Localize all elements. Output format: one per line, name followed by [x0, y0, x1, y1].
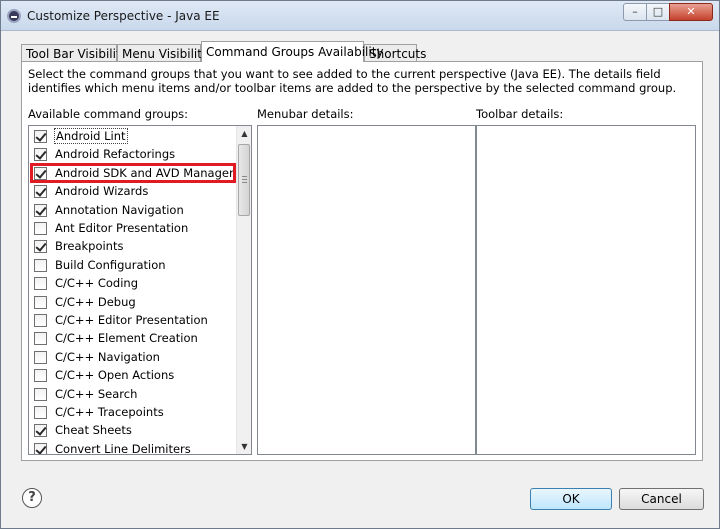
customize-perspective-dialog: Customize Perspective - Java EE – □ ✕ To…	[0, 0, 720, 529]
command-group-label: C/C++ Tracepoints	[55, 405, 164, 419]
available-groups-label: Available command groups:	[28, 107, 189, 121]
scroll-up-arrow-icon[interactable]: ▲	[237, 126, 251, 141]
command-group-label: Android Wizards	[55, 184, 149, 199]
command-group-label: C/C++ Element Creation	[55, 331, 198, 346]
command-group-item[interactable]: C/C++ Search	[29, 385, 237, 403]
command-group-item[interactable]: Android Wizards	[29, 182, 237, 200]
command-group-item[interactable]: Build Configuration	[29, 256, 237, 274]
eclipse-icon	[7, 9, 21, 23]
command-group-checkbox[interactable]	[34, 314, 47, 327]
command-group-label: Convert Line Delimiters	[55, 441, 191, 455]
command-group-checkbox[interactable]	[34, 240, 47, 254]
command-group-item[interactable]: C/C++ Coding	[29, 274, 237, 292]
command-group-checkbox[interactable]	[34, 424, 47, 438]
command-group-label: C/C++ Coding	[55, 276, 139, 291]
command-group-label: Build Configuration	[55, 257, 166, 272]
command-group-item[interactable]: Annotation Navigation	[29, 201, 237, 219]
command-group-label: Ant Editor Presentation	[55, 221, 189, 235]
command-group-label: C/C++ Search	[55, 386, 138, 401]
tab-menu-visibility[interactable]: Menu Visibility	[117, 44, 209, 62]
panel-description: Select the command groups that you want …	[28, 67, 677, 95]
command-group-item[interactable]: C/C++ Element Creation	[29, 329, 237, 347]
command-group-checkbox[interactable]	[34, 277, 47, 291]
command-group-label: C/C++ Navigation	[55, 349, 160, 364]
command-group-checkbox[interactable]	[34, 387, 47, 401]
command-group-checkbox[interactable]	[34, 350, 47, 364]
command-group-checkbox[interactable]	[34, 130, 47, 143]
tab-command-groups-availability[interactable]: Command Groups Availability	[201, 41, 384, 62]
command-group-item[interactable]: Ant Editor Presentation	[29, 219, 237, 237]
command-group-checkbox[interactable]	[34, 148, 47, 162]
menubar-details-box[interactable]	[257, 125, 476, 455]
command-group-label: C/C++ Debug	[55, 294, 136, 309]
command-group-item[interactable]: C/C++ Debug	[29, 293, 237, 311]
command-group-checkbox[interactable]	[34, 442, 47, 454]
command-groups-list[interactable]: ▲ ▼ Android Lint Android Refactorings Andr…	[28, 125, 252, 455]
command-group-label: Android Refactorings	[55, 147, 176, 162]
command-group-label: C/C++ Open Actions	[55, 368, 175, 383]
command-group-item[interactable]: Android Refactorings	[29, 145, 237, 163]
command-group-label: Breakpoints	[55, 239, 124, 254]
grip-icon	[242, 176, 247, 183]
list-scrollbar[interactable]: ▲ ▼	[236, 126, 251, 454]
minimize-button[interactable]: –	[623, 3, 647, 21]
command-group-item[interactable]: Breakpoints	[29, 237, 237, 255]
command-group-checkbox[interactable]	[34, 406, 47, 419]
command-group-item[interactable]: Cheat Sheets	[29, 421, 237, 439]
command-group-checkbox[interactable]	[34, 203, 47, 217]
toolbar-details-box[interactable]	[476, 125, 696, 455]
command-group-checkbox[interactable]	[34, 222, 47, 235]
command-group-checkbox[interactable]	[34, 369, 47, 383]
scroll-thumb[interactable]	[238, 144, 250, 216]
toolbar-details-label: Toolbar details:	[476, 107, 564, 121]
menubar-details-label: Menubar details:	[257, 107, 354, 121]
command-groups-panel: Select the command groups that you want …	[21, 61, 703, 461]
help-icon[interactable]: ?	[22, 488, 42, 508]
cancel-button[interactable]: Cancel	[619, 488, 704, 510]
command-group-item[interactable]: C/C++ Navigation	[29, 348, 237, 366]
command-group-label: Cheat Sheets	[55, 423, 132, 438]
command-group-checkbox[interactable]	[34, 185, 47, 199]
command-group-label: Annotation Navigation	[55, 202, 184, 217]
command-group-item[interactable]: Android Lint	[29, 127, 237, 145]
command-group-label: C/C++ Editor Presentation	[55, 313, 208, 327]
command-group-item[interactable]: C/C++ Tracepoints	[29, 403, 237, 421]
maximize-button[interactable]: □	[646, 3, 670, 21]
title-bar[interactable]: Customize Perspective - Java EE – □ ✕	[1, 1, 719, 31]
window-title: Customize Perspective - Java EE	[27, 9, 220, 23]
command-group-item[interactable]: C/C++ Open Actions	[29, 366, 237, 384]
close-button[interactable]: ✕	[669, 3, 713, 21]
scroll-down-arrow-icon[interactable]: ▼	[237, 439, 251, 454]
command-group-item[interactable]: C/C++ Editor Presentation	[29, 311, 237, 329]
command-group-checkbox[interactable]	[34, 258, 47, 272]
ok-button[interactable]: OK	[530, 488, 612, 510]
tab-tool-bar-visibility[interactable]: Tool Bar Visibility	[21, 44, 128, 62]
command-group-item[interactable]: Convert Line Delimiters	[29, 440, 237, 455]
command-group-label: Android Lint	[54, 128, 128, 144]
command-group-checkbox[interactable]	[34, 332, 47, 346]
command-group-checkbox[interactable]	[34, 295, 47, 309]
highlight-annotation-box	[30, 162, 236, 183]
